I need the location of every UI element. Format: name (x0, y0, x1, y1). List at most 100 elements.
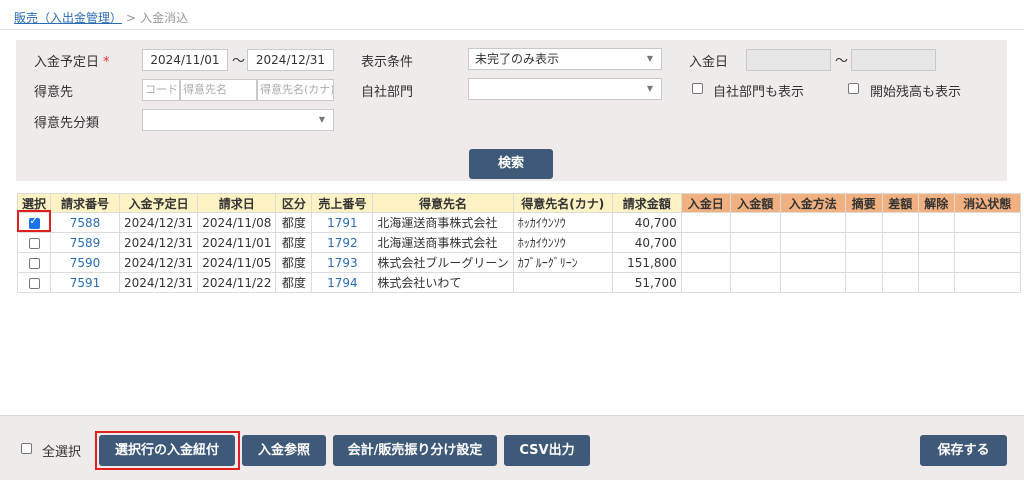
amount-cell: 40,700 (611, 212, 682, 233)
status-cell (953, 272, 1021, 293)
save-button[interactable]: 保存する (920, 435, 1007, 466)
type-cell: 都度 (275, 272, 313, 293)
sales-no-cell: 1794 (311, 272, 374, 293)
row-select-cell (16, 232, 52, 253)
invoice-no-link[interactable]: 7588 (70, 216, 101, 230)
type-cell: 都度 (275, 252, 313, 273)
table-header-row: 選択 請求番号 入金予定日 請求日 区分 売上番号 得意先名 得意先名(カナ) … (16, 193, 1021, 213)
row-select-cell (16, 252, 52, 273)
customer-name-input[interactable]: 得意先名 (180, 79, 257, 101)
payment-method-cell (779, 272, 846, 293)
due-date-from-input[interactable]: 2024/11/01 (142, 49, 228, 71)
invoice-no-link[interactable]: 7589 (70, 236, 101, 250)
sales-no-link[interactable]: 1793 (327, 256, 358, 270)
amount-cell: 151,800 (611, 252, 682, 273)
header-divider (0, 29, 1024, 30)
release-cell (917, 232, 955, 253)
payment-amount-cell (729, 232, 781, 253)
show-opening-checkbox[interactable] (848, 83, 859, 94)
payment-date-cell (680, 232, 731, 253)
row-checkbox[interactable] (28, 237, 40, 249)
breadcrumb-separator: > (126, 11, 137, 25)
due-date-cell: 2024/12/31 (119, 252, 199, 273)
show-opening-label: 開始残高も表示 (870, 85, 962, 100)
invoice-no-cell: 7590 (50, 252, 121, 273)
invoice-no-link[interactable]: 7591 (70, 276, 101, 290)
col-header-release: 解除 (917, 193, 955, 213)
breadcrumb-parent-link[interactable]: 販売（入出金管理） (14, 11, 122, 25)
customer-category-label: 得意先分類 (34, 116, 100, 131)
checkbox-highlight-box (17, 210, 51, 232)
customer-code-input[interactable]: コード (142, 79, 180, 101)
sales-no-link[interactable]: 1794 (327, 276, 358, 290)
type-cell: 都度 (275, 212, 313, 233)
status-cell (953, 252, 1021, 273)
search-button[interactable]: 検索 (469, 149, 553, 179)
payment-date-to-input[interactable] (851, 49, 936, 71)
footer-action-bar: 全選択 選択行の入金紐付 入金参照 会計/販売振り分け設定 CSV出力 保存する (0, 415, 1024, 480)
sales-no-cell: 1792 (311, 232, 374, 253)
payment-reference-button[interactable]: 入金参照 (242, 435, 326, 466)
payment-amount-cell (729, 272, 781, 293)
due-date-cell: 2024/12/31 (119, 272, 199, 293)
sales-no-cell: 1791 (311, 212, 374, 233)
kana-cell: ﾎｯｶｲｳﾝｿｳ (512, 232, 613, 253)
sales-no-cell: 1793 (311, 252, 374, 273)
table-row: 7590 2024/12/31 2024/11/05 都度 1793 株式会社ブ… (16, 252, 1021, 273)
show-dept-label: 自社部門も表示 (713, 85, 805, 100)
amount-cell: 40,700 (611, 232, 682, 253)
display-condition-select[interactable]: 未完了のみ表示 (468, 48, 662, 70)
csv-export-button[interactable]: CSV出力 (504, 435, 590, 466)
difference-cell (881, 272, 919, 293)
sales-no-link[interactable]: 1792 (327, 236, 358, 250)
breadcrumb: 販売（入出金管理） > 入金消込 (14, 9, 188, 26)
kana-cell: ﾎｯｶｲｳﾝｿｳ (512, 212, 613, 233)
sales-no-link[interactable]: 1791 (327, 216, 358, 230)
due-date-to-input[interactable]: 2024/12/31 (247, 49, 334, 71)
due-date-cell: 2024/12/31 (119, 232, 199, 253)
col-header-status: 消込状態 (953, 193, 1021, 213)
range-tilde: 〜 (232, 54, 246, 69)
kana-cell: ｶﾌﾞﾙｰｸﾞﾘｰﾝ (512, 252, 613, 273)
customer-cell: 北海運送商事株式会社 (372, 212, 514, 233)
row-checkbox[interactable] (28, 257, 40, 269)
table-row: 7591 2024/12/31 2024/11/22 都度 1794 株式会社い… (16, 272, 1021, 293)
row-checkbox[interactable] (28, 277, 40, 289)
show-dept-checkbox[interactable] (692, 83, 703, 94)
col-header-bill-date: 請求日 (197, 193, 277, 213)
memo-cell (844, 232, 883, 253)
invoice-no-cell: 7589 (50, 232, 121, 253)
col-header-payment-method: 入金方法 (779, 193, 846, 213)
payment-date-cell (680, 272, 731, 293)
col-header-memo: 摘要 (844, 193, 883, 213)
difference-cell (881, 232, 919, 253)
invoice-no-cell: 7591 (50, 272, 121, 293)
bill-date-cell: 2024/11/01 (197, 232, 277, 253)
customer-category-select[interactable] (142, 109, 334, 131)
range-tilde: 〜 (835, 54, 849, 69)
col-header-kana: 得意先名(カナ) (512, 193, 613, 213)
filter-panel: 入金予定日 * 2024/11/01 〜 2024/12/31 表示条件 未完了の… (16, 40, 1007, 181)
dept-select[interactable] (468, 78, 662, 100)
status-cell (953, 212, 1021, 233)
payment-amount-cell (729, 212, 781, 233)
customer-kana-input[interactable]: 得意先名(カナ) (257, 79, 334, 101)
customer-cell: 株式会社いわて (372, 272, 514, 293)
select-all-checkbox[interactable] (21, 443, 32, 454)
col-header-type: 区分 (275, 193, 313, 213)
table-row: 7588 2024/12/31 2024/11/08 都度 1791 北海運送商… (16, 212, 1021, 233)
payment-date-from-input[interactable] (746, 49, 831, 71)
bill-date-cell: 2024/11/05 (197, 252, 277, 273)
accounting-setting-button[interactable]: 会計/販売振り分け設定 (333, 435, 497, 466)
difference-cell (881, 252, 919, 273)
due-date-label: 入金予定日 * (34, 55, 110, 70)
col-header-payment-amount: 入金額 (729, 193, 781, 213)
release-cell (917, 212, 955, 233)
invoice-no-link[interactable]: 7590 (70, 256, 101, 270)
col-header-amount: 請求金額 (611, 193, 682, 213)
col-header-due-date: 入金予定日 (119, 193, 199, 213)
table-row: 7589 2024/12/31 2024/11/01 都度 1792 北海運送商… (16, 232, 1021, 253)
release-cell (917, 252, 955, 273)
display-condition-label: 表示条件 (361, 55, 414, 70)
select-all-label: 全選択 (42, 445, 82, 460)
